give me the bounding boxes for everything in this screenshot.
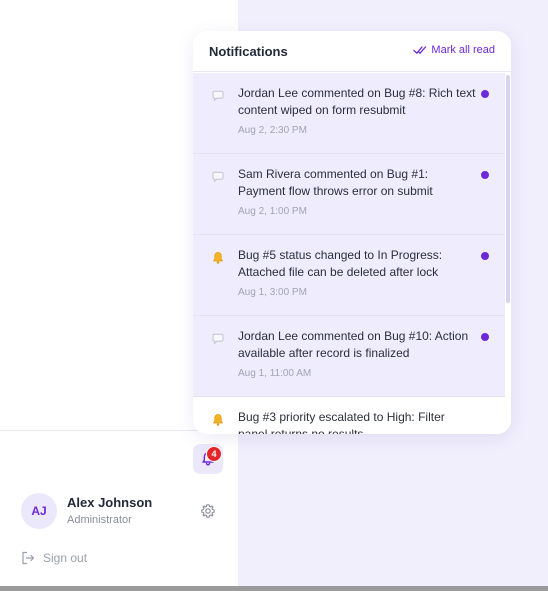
comment-icon bbox=[212, 90, 224, 102]
sign-out-button[interactable]: Sign out bbox=[21, 551, 87, 565]
mark-all-read-button[interactable]: Mark all read bbox=[413, 44, 495, 56]
notification-text: Jordan Lee commented on Bug #10: Action … bbox=[238, 329, 469, 360]
user-name: Alex Johnson bbox=[67, 495, 153, 510]
double-check-icon bbox=[413, 46, 427, 54]
notification-count-badge: 4 bbox=[206, 446, 222, 462]
notifications-title: Notifications bbox=[209, 44, 288, 59]
notifications-panel: Notifications Mark all read Jordan Lee c… bbox=[193, 31, 511, 434]
bell-icon bbox=[213, 414, 223, 426]
unread-dot bbox=[481, 171, 489, 179]
notification-text: Bug #5 status changed to In Progress: At… bbox=[238, 248, 443, 279]
user-role: Administrator bbox=[67, 514, 132, 526]
notification-item[interactable]: Jordan Lee commented on Bug #8: Rich tex… bbox=[193, 73, 505, 154]
notification-item[interactable]: Bug #5 status changed to In Progress: At… bbox=[193, 235, 505, 316]
sign-out-icon bbox=[22, 551, 35, 565]
notification-item[interactable]: Jordan Lee commented on Bug #10: Action … bbox=[193, 316, 505, 397]
notification-time: Aug 1, 3:00 PM bbox=[238, 287, 307, 298]
notification-time: Aug 2, 2:30 PM bbox=[238, 125, 307, 136]
notifications-list[interactable]: Jordan Lee commented on Bug #8: Rich tex… bbox=[193, 73, 505, 434]
comment-icon bbox=[212, 171, 224, 183]
notification-text: Jordan Lee commented on Bug #8: Rich tex… bbox=[238, 86, 476, 117]
scrollbar-thumb[interactable] bbox=[506, 75, 510, 303]
notifications-header: Notifications Mark all read bbox=[193, 31, 511, 72]
notification-text: Sam Rivera commented on Bug #1: Payment … bbox=[238, 167, 433, 198]
notification-item[interactable]: Sam Rivera commented on Bug #1: Payment … bbox=[193, 154, 505, 235]
unread-dot bbox=[481, 252, 489, 260]
bell-icon bbox=[213, 252, 223, 264]
gear-icon bbox=[201, 504, 215, 518]
unread-dot bbox=[481, 90, 489, 98]
notification-item[interactable]: Bug #3 priority escalated to High: Filte… bbox=[193, 397, 505, 434]
settings-button[interactable] bbox=[200, 503, 216, 519]
notification-text: Bug #3 priority escalated to High: Filte… bbox=[238, 410, 445, 434]
comment-icon bbox=[212, 333, 224, 345]
notification-time: Aug 2, 1:00 PM bbox=[238, 206, 307, 217]
sign-out-label: Sign out bbox=[43, 551, 88, 565]
unread-dot bbox=[481, 333, 489, 341]
avatar: AJ bbox=[21, 493, 57, 529]
notification-time: Aug 1, 11:00 AM bbox=[238, 368, 312, 379]
window-bottom-edge bbox=[0, 586, 548, 591]
mark-all-read-label: Mark all read bbox=[431, 44, 495, 56]
